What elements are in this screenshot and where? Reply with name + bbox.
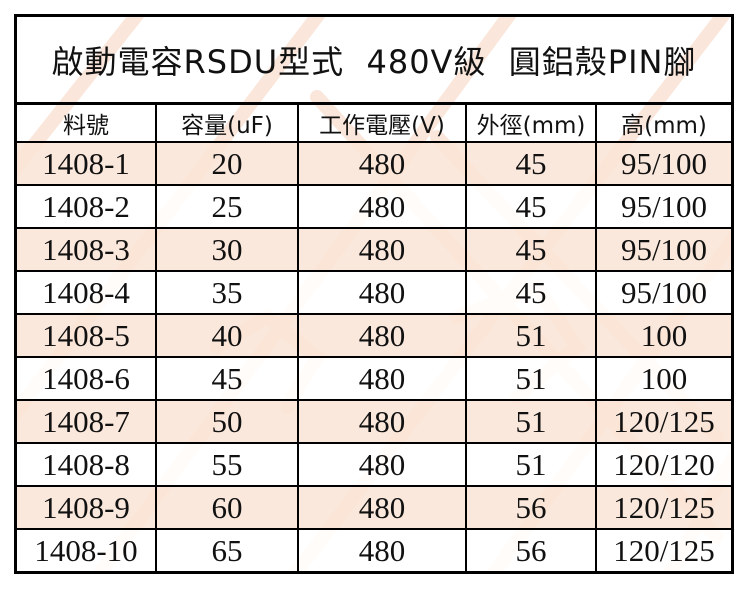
capacitor-spec-table: 料號 容量(uF) 工作電壓(V) 外徑(mm) 高(mm) 1408-1 20 4…: [17, 105, 731, 571]
voltage-cell: 480: [297, 356, 467, 401]
voltage-cell: 480: [297, 485, 467, 530]
part-number-cell: 1408-5: [17, 313, 157, 358]
part-number-cell: 1408-3: [17, 227, 157, 272]
capacitance-cell: 55: [155, 442, 299, 487]
voltage-cell: 480: [297, 528, 467, 571]
height-cell: 120/120: [595, 442, 731, 487]
diameter-cell: 51: [465, 313, 597, 358]
capacitance-cell: 50: [155, 399, 299, 444]
diameter-cell: 45: [465, 184, 597, 229]
part-number-cell: 1408-1: [17, 141, 157, 186]
voltage-cell: 480: [297, 399, 467, 444]
height-cell: 95/100: [595, 227, 731, 272]
capacitance-cell: 30: [155, 227, 299, 272]
part-number-cell: 1408-4: [17, 270, 157, 315]
column-header-voltage: 工作電壓(V): [297, 105, 467, 143]
diameter-cell: 56: [465, 528, 597, 571]
table-row: 1408-7 50 480 51 120/125: [17, 399, 731, 444]
part-number-cell: 1408-6: [17, 356, 157, 401]
diameter-cell: 45: [465, 141, 597, 186]
part-number-cell: 1408-7: [17, 399, 157, 444]
column-header-diameter: 外徑(mm): [465, 105, 597, 143]
voltage-cell: 480: [297, 227, 467, 272]
table-row: 1408-5 40 480 51 100: [17, 313, 731, 358]
header-row: 料號 容量(uF) 工作電壓(V) 外徑(mm) 高(mm): [17, 105, 731, 143]
diameter-cell: 51: [465, 399, 597, 444]
table-row: 1408-3 30 480 45 95/100: [17, 227, 731, 272]
table-row: 1408-9 60 480 56 120/125: [17, 485, 731, 530]
voltage-cell: 480: [297, 141, 467, 186]
height-cell: 100: [595, 356, 731, 401]
diameter-cell: 51: [465, 356, 597, 401]
column-header-part-number: 料號: [17, 105, 157, 143]
capacitance-cell: 60: [155, 485, 299, 530]
table-row: 1408-2 25 480 45 95/100: [17, 184, 731, 229]
voltage-cell: 480: [297, 442, 467, 487]
diameter-cell: 45: [465, 270, 597, 315]
capacitance-cell: 25: [155, 184, 299, 229]
capacitance-cell: 40: [155, 313, 299, 358]
height-cell: 120/125: [595, 528, 731, 571]
table-row: 1408-10 65 480 56 120/125: [17, 528, 731, 571]
column-header-height: 高(mm): [595, 105, 731, 143]
spec-sheet: 啟動電容RSDU型式 480V級 圓鋁殼PIN腳 料號 容量(uF) 工作電壓(…: [14, 14, 734, 574]
table-title: 啟動電容RSDU型式 480V級 圓鋁殼PIN腳: [17, 17, 731, 105]
diameter-cell: 45: [465, 227, 597, 272]
capacitance-cell: 65: [155, 528, 299, 571]
capacitance-cell: 35: [155, 270, 299, 315]
diameter-cell: 56: [465, 485, 597, 530]
voltage-cell: 480: [297, 313, 467, 358]
height-cell: 100: [595, 313, 731, 358]
part-number-cell: 1408-10: [17, 528, 157, 571]
part-number-cell: 1408-9: [17, 485, 157, 530]
capacitance-cell: 45: [155, 356, 299, 401]
table-row: 1408-1 20 480 45 95/100: [17, 141, 731, 186]
height-cell: 95/100: [595, 270, 731, 315]
table-row: 1408-8 55 480 51 120/120: [17, 442, 731, 487]
height-cell: 95/100: [595, 141, 731, 186]
table-row: 1408-6 45 480 51 100: [17, 356, 731, 401]
column-header-capacitance: 容量(uF): [155, 105, 299, 143]
height-cell: 95/100: [595, 184, 731, 229]
capacitance-cell: 20: [155, 141, 299, 186]
height-cell: 120/125: [595, 399, 731, 444]
table-row: 1408-4 35 480 45 95/100: [17, 270, 731, 315]
part-number-cell: 1408-8: [17, 442, 157, 487]
voltage-cell: 480: [297, 270, 467, 315]
height-cell: 120/125: [595, 485, 731, 530]
part-number-cell: 1408-2: [17, 184, 157, 229]
diameter-cell: 51: [465, 442, 597, 487]
voltage-cell: 480: [297, 184, 467, 229]
